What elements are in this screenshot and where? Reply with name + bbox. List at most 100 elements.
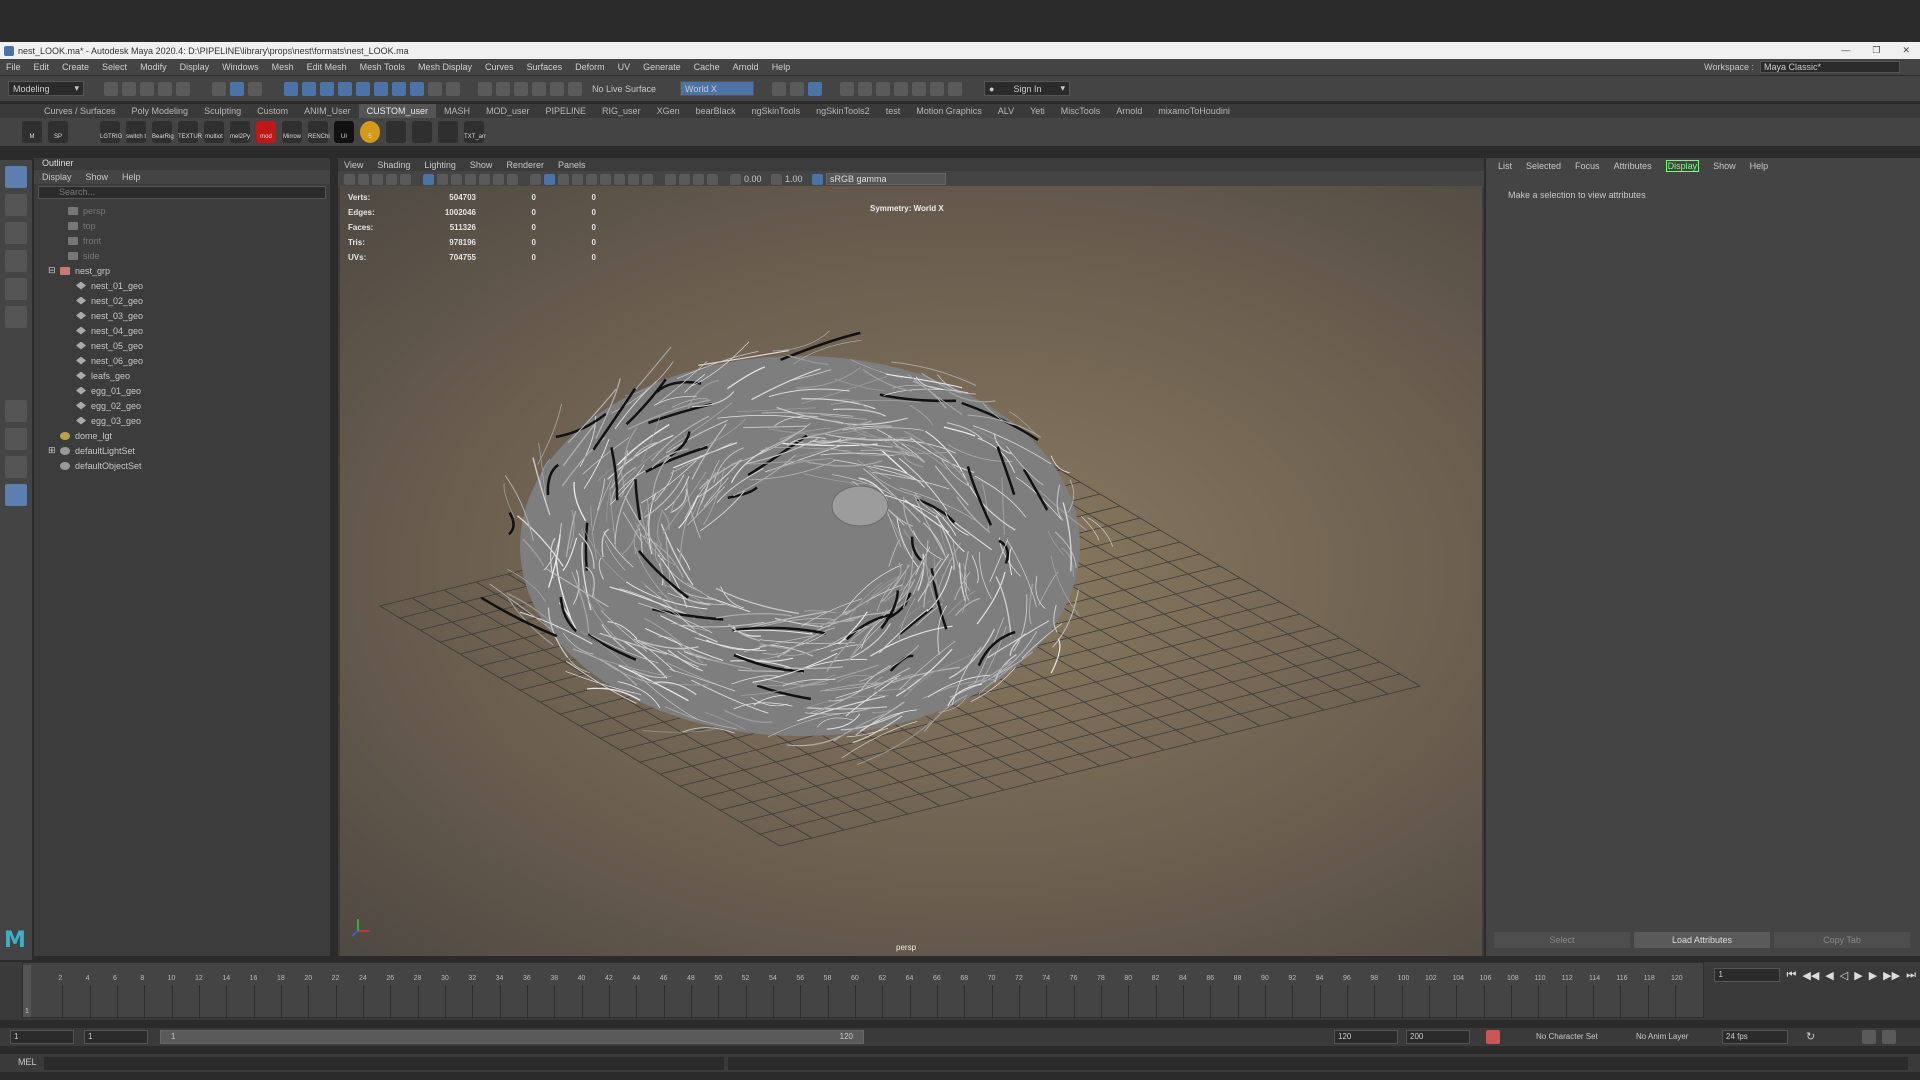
film-gate-icon[interactable] [437,173,448,185]
expand-toggle-icon[interactable]: ⊞ [48,445,58,456]
loop-icon[interactable]: ↻ [1806,1030,1815,1043]
menu-surfaces[interactable]: Surfaces [527,62,563,72]
anim-layer-dropdown[interactable]: No Anim Layer [1636,1032,1688,1041]
image-plane-icon[interactable] [386,173,397,185]
open-scene-icon[interactable] [122,81,136,96]
expand-toggle-icon[interactable]: ⊟ [48,265,58,276]
menu-select[interactable]: Select [102,62,127,72]
shelf-tool-icon[interactable]: mel2Py [230,121,250,143]
command-language-label[interactable]: MEL [18,1057,37,1067]
attr-menu-focus[interactable]: Focus [1575,161,1600,171]
outliner-item[interactable]: egg_02_geo [34,398,330,413]
bookmark-icon[interactable] [372,173,383,185]
shelf-tab-custom-user[interactable]: CUSTOM_user [358,104,436,118]
color-management-icon[interactable] [812,173,823,185]
play-forwards-icon[interactable]: ▶ [1854,969,1862,982]
shelf-tool-icon[interactable]: SP [48,121,68,143]
outliner-item[interactable]: nest_06_geo [34,353,330,368]
current-frame-field[interactable]: 1 [1714,968,1781,982]
shelf-tab-test[interactable]: test [878,104,909,118]
snap-view-icon[interactable] [532,81,546,96]
menu-edit-mesh[interactable]: Edit Mesh [307,62,347,72]
outliner-item[interactable]: defaultObjectSet [34,458,330,473]
camera-attributes-icon[interactable] [358,173,369,185]
menu-generate[interactable]: Generate [643,62,681,72]
menu-modify[interactable]: Modify [140,62,167,72]
outliner-item[interactable]: nest_03_geo [34,308,330,323]
snap-curve-icon[interactable] [496,81,510,96]
menu-display[interactable]: Display [180,62,210,72]
textured-icon[interactable] [558,173,569,185]
color-space-dropdown[interactable]: sRGB gamma [826,173,946,185]
lock-icon[interactable] [428,81,442,96]
attr-menu-list[interactable]: List [1498,161,1512,171]
step-forward-frame-icon[interactable]: ▶ [1869,969,1877,982]
xray-icon[interactable] [679,173,690,185]
preferences-icon[interactable] [1882,1030,1896,1044]
pick-mask-icon-8[interactable] [410,81,424,96]
select-component-icon[interactable] [248,81,262,96]
close-icon[interactable]: ✕ [1902,45,1910,56]
workspace-dropdown[interactable]: Maya Classic* [1760,61,1900,73]
highlight-icon[interactable] [446,81,460,96]
ipr-render-icon[interactable] [876,81,890,96]
start-time-field[interactable]: 1 [10,1030,74,1044]
shelf-tab-yeti[interactable]: Yeti [1022,104,1053,118]
shelf-tab-ngskintools[interactable]: ngSkinTools [744,104,809,118]
outliner-item[interactable]: nest_05_geo [34,338,330,353]
shelf-tool-icon[interactable]: multiot [204,121,224,143]
shelf-tab-ngskintools2[interactable]: ngSkinTools2 [808,104,878,118]
outliner-item[interactable]: leafs_geo [34,368,330,383]
shelf-tab-curves-surfaces[interactable]: Curves / Surfaces [36,104,124,118]
shelf-tab-anim-user[interactable]: ANIM_User [296,104,359,118]
exposure-value[interactable]: 0.00 [744,174,768,184]
fps-dropdown[interactable]: 24 fps [1722,1030,1788,1044]
play-backwards-icon[interactable]: ◁ [1840,969,1848,982]
playback-start-field[interactable]: 1 [84,1030,148,1044]
pick-mask-icon-1[interactable] [284,81,298,96]
outliner-menu-help[interactable]: Help [122,172,141,182]
viewport-menu-shading[interactable]: Shading [377,160,410,170]
menu-file[interactable]: File [6,62,21,72]
exposure-icon[interactable] [730,173,741,185]
outliner-item[interactable]: egg_03_geo [34,413,330,428]
outliner-item[interactable]: ⊟ nest_grp [34,263,330,278]
safe-title-icon[interactable] [507,173,518,185]
shelf-tab-motion-graphics[interactable]: Motion Graphics [908,104,990,118]
step-back-frame-icon[interactable]: ◀ [1825,969,1833,982]
backface-culling-icon[interactable] [707,173,718,185]
gamma-icon[interactable] [771,173,782,185]
lasso-tool-icon[interactable] [5,194,27,216]
menu-mesh-display[interactable]: Mesh Display [418,62,472,72]
ambient-occlusion-icon[interactable] [600,173,611,185]
3d-viewport[interactable]: Verts: 504703 0 0 Edges: 1002046 0 0 Faces: 51132… [340,186,1482,956]
outliner-item[interactable]: front [34,233,330,248]
pick-mask-icon-4[interactable] [338,81,352,96]
snap-surface-icon[interactable] [550,81,564,96]
render-frame-icon[interactable] [858,81,872,96]
pause-icon[interactable] [948,81,962,96]
render-settings-icon[interactable] [894,81,908,96]
select-camera-icon[interactable] [344,173,355,185]
snap-grid-icon[interactable] [478,81,492,96]
move-tool-icon[interactable] [5,250,27,272]
outliner-menu-display[interactable]: Display [42,172,72,182]
redo-icon[interactable] [176,81,190,96]
viewport-menu-panels[interactable]: Panels [558,160,586,170]
history-icon[interactable] [772,81,786,96]
outliner-item[interactable]: nest_04_geo [34,323,330,338]
shelf-tool-icon[interactable]: TEXTUR [178,121,202,143]
shelf-tab-rig-user[interactable]: RIG_user [594,104,649,118]
outliner-search-input[interactable]: Search... [38,186,326,199]
gate-mask-icon[interactable] [465,173,476,185]
outliner-item[interactable]: persp [34,203,330,218]
single-view-icon[interactable] [5,400,27,422]
range-slider-bar[interactable]: 1 120 [160,1030,864,1044]
smooth-shade-icon[interactable] [544,173,555,185]
shelf-tool-icon[interactable]: switch t [126,121,146,143]
four-view-icon[interactable] [5,428,27,450]
depth-of-field-icon[interactable] [642,173,653,185]
viewport-menu-view[interactable]: View [344,160,363,170]
wireframe-icon[interactable] [530,173,541,185]
outliner-persp-layout-icon[interactable] [5,484,27,506]
